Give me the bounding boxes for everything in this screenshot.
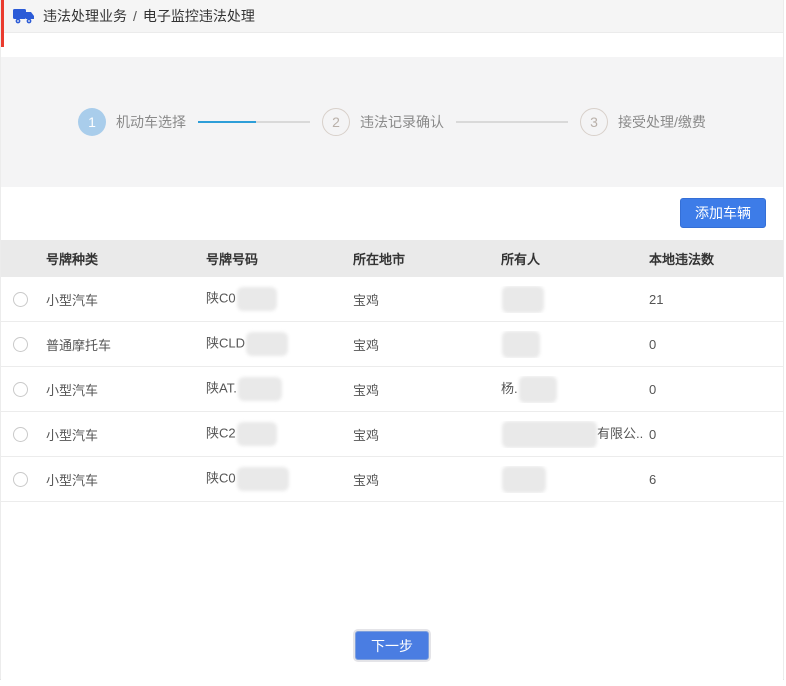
table-row[interactable]: 普通摩托车陕CLD宝鸡 0 (1, 322, 783, 367)
row-radio[interactable] (13, 427, 28, 442)
step-label-2: 违法记录确认 (360, 112, 444, 132)
plate-number-cell: 陕AT. (201, 377, 348, 401)
table-body: 小型汽车陕C0宝鸡21普通摩托车陕CLD宝鸡0小型汽车陕AT.宝鸡杨.0小型汽车… (1, 277, 783, 502)
plate-type-cell: 小型汽车 (41, 290, 201, 309)
redacted-blur (519, 376, 557, 403)
stepper-panel: 1 机动车选择 2 违法记录确认 3 接受处理/缴费 (1, 57, 783, 187)
table-row[interactable]: 小型汽车陕C0宝鸡 6 (1, 457, 783, 502)
owner-cell (496, 286, 644, 313)
row-radio[interactable] (13, 337, 28, 352)
table-row[interactable]: 小型汽车陕C0宝鸡 21 (1, 277, 783, 322)
header-cell: 所在地市 (348, 249, 496, 268)
header-cell: 号牌号码 (201, 249, 348, 268)
redacted-blur (237, 287, 277, 311)
breadcrumb-separator: / (133, 8, 137, 24)
redacted-blur (237, 467, 289, 491)
owner-cell (496, 331, 644, 358)
city-cell: 宝鸡 (348, 335, 496, 354)
breadcrumb-section[interactable]: 违法处理业务 (43, 6, 127, 26)
redacted-blur (237, 422, 277, 446)
row-radio[interactable] (13, 292, 28, 307)
next-step-button[interactable]: 下一步 (355, 631, 429, 660)
plate-number-cell: 陕CLD (201, 332, 348, 356)
violation-count-cell: 0 (644, 382, 774, 397)
violation-count-cell: 6 (644, 472, 774, 487)
redacted-blur (238, 377, 282, 401)
violation-count-cell: 0 (644, 337, 774, 352)
violation-count-cell: 21 (644, 292, 774, 307)
city-cell: 宝鸡 (348, 290, 496, 309)
redacted-blur (246, 332, 288, 356)
header-cell: 所有人 (496, 249, 644, 268)
table-row[interactable]: 小型汽车陕AT.宝鸡杨.0 (1, 367, 783, 412)
breadcrumb-page: 电子监控违法处理 (143, 6, 255, 26)
city-cell: 宝鸡 (348, 380, 496, 399)
spacer (1, 33, 783, 57)
footer: 下一步 (1, 502, 783, 686)
plate-type-cell: 小型汽车 (41, 425, 201, 444)
step-circle-1: 1 (78, 108, 106, 136)
step-label-3: 接受处理/缴费 (618, 112, 706, 132)
redacted-blur (502, 286, 544, 313)
city-cell: 宝鸡 (348, 470, 496, 489)
plate-type-cell: 小型汽车 (41, 380, 201, 399)
stepper: 1 机动车选择 2 违法记录确认 3 接受处理/缴费 (78, 108, 706, 136)
page: 违法处理业务 / 电子监控违法处理 1机动车选择2违法记录确认3接受处理/缴费 … (0, 0, 784, 680)
plate-type-cell: 普通摩托车 (41, 335, 201, 354)
step-circle-3: 3 (580, 108, 608, 136)
add-vehicle-button[interactable]: 添加车辆 (680, 198, 766, 228)
plate-number-cell: 陕C0 (201, 467, 348, 491)
table-row[interactable]: 小型汽车陕C2宝鸡有限公...0 (1, 412, 783, 457)
row-radio[interactable] (13, 382, 28, 397)
step-label-1: 机动车选择 (116, 112, 186, 132)
table-header: 号牌种类号牌号码所在地市所有人本地违法数 (1, 240, 783, 277)
left-red-edge (1, 0, 4, 47)
city-cell: 宝鸡 (348, 425, 496, 444)
plate-number-cell: 陕C0 (201, 287, 348, 311)
owner-cell: 有限公... (496, 421, 644, 448)
row-radio[interactable] (13, 472, 28, 487)
step-connector (456, 121, 568, 123)
violation-count-cell: 0 (644, 427, 774, 442)
breadcrumb: 违法处理业务 / 电子监控违法处理 (1, 0, 783, 33)
toolbar: 添加车辆 (1, 187, 783, 240)
plate-number-cell: 陕C2 (201, 422, 348, 446)
header-cell: 本地违法数 (644, 249, 774, 268)
step-circle-2: 2 (322, 108, 350, 136)
step-connector (198, 121, 310, 123)
owner-cell: 杨. (496, 376, 644, 403)
truck-icon (13, 9, 35, 24)
redacted-blur (502, 421, 597, 448)
header-cell: 号牌种类 (41, 249, 201, 268)
redacted-blur (502, 466, 546, 493)
redacted-blur (502, 331, 540, 358)
plate-type-cell: 小型汽车 (41, 470, 201, 489)
owner-cell (496, 466, 644, 493)
